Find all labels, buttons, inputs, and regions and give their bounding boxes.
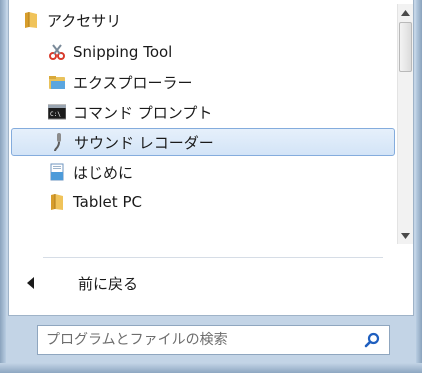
program-item-label: サウンド レコーダー — [74, 133, 214, 152]
explorer-folder-icon — [47, 72, 67, 92]
program-item-label: Snipping Tool — [73, 43, 173, 61]
program-folder-tablet-pc[interactable]: Tablet PC — [11, 188, 395, 216]
search-input[interactable] — [38, 326, 359, 354]
scroll-thumb[interactable] — [399, 22, 412, 72]
window-frame-bottom — [0, 363, 422, 373]
scroll-up-button[interactable] — [398, 4, 413, 21]
program-item-command-prompt[interactable]: C:\ コマンド プロンプト — [11, 98, 395, 126]
program-list: アクセサリ Snipping Tool エクスプローラー C:\ コマンド プロ… — [11, 4, 397, 248]
program-list-scrollbar[interactable] — [397, 4, 413, 244]
back-button[interactable]: 前に戻る — [11, 268, 397, 298]
program-item-getting-started[interactable]: はじめに — [11, 158, 395, 186]
folder-icon — [21, 10, 41, 30]
search-box[interactable] — [37, 325, 390, 355]
chevron-up-icon — [401, 9, 410, 16]
program-folder-accessories[interactable]: アクセサリ — [11, 6, 395, 34]
scissors-icon — [47, 42, 67, 62]
window-frame-left — [0, 0, 6, 373]
getting-started-icon — [47, 162, 67, 182]
command-prompt-icon: C:\ — [47, 102, 67, 122]
chevron-down-icon — [401, 232, 410, 239]
program-item-label: エクスプローラー — [73, 73, 193, 92]
back-label: 前に戻る — [78, 274, 139, 293]
start-menu-programs-panel: アクセサリ Snipping Tool エクスプローラー C:\ コマンド プロ… — [8, 0, 414, 316]
program-item-label: はじめに — [73, 163, 134, 182]
divider — [43, 257, 383, 258]
window-frame-right — [416, 0, 422, 373]
folder-icon — [47, 192, 67, 212]
program-item-label: コマンド プロンプト — [73, 103, 213, 122]
back-arrow-icon — [27, 277, 34, 289]
microphone-icon — [48, 132, 68, 152]
program-item-sound-recorder[interactable]: サウンド レコーダー — [11, 128, 395, 156]
svg-text:C:\: C:\ — [50, 111, 61, 118]
program-folder-label: アクセサリ — [47, 11, 122, 30]
magnifier-icon[interactable] — [359, 327, 385, 353]
program-item-explorer[interactable]: エクスプローラー — [11, 68, 395, 96]
scroll-down-button[interactable] — [398, 227, 413, 244]
program-item-label: Tablet PC — [73, 193, 142, 211]
program-item-snipping-tool[interactable]: Snipping Tool — [11, 38, 395, 66]
